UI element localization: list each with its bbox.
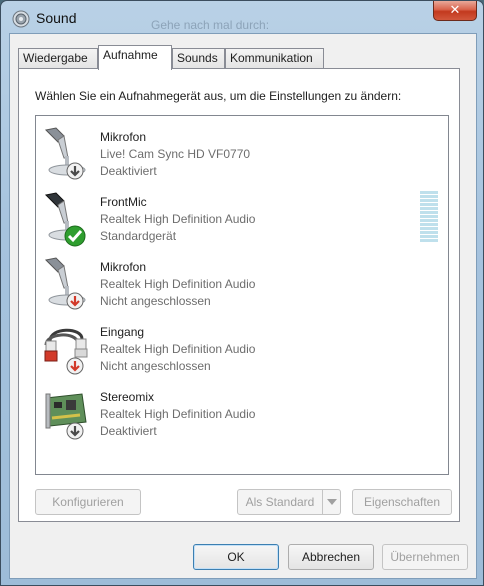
device-item-mikrofon-realtek[interactable]: Mikrofon Realtek High Definition Audio N… (36, 252, 448, 314)
device-name: Eingang (100, 325, 145, 339)
device-status: Nicht angeschlossen (100, 294, 211, 308)
sound-dialog-window: Sound Gehe nach mal durch: ✕ Wiedergabe … (0, 0, 484, 586)
unplugged-badge-icon (66, 292, 84, 310)
recording-tab-panel: Wählen Sie ein Aufnahmegerät aus, um die… (18, 68, 460, 522)
tab-sounds[interactable]: Sounds (172, 48, 225, 69)
default-check-badge-icon (64, 225, 86, 247)
ok-button[interactable]: OK (193, 544, 279, 570)
tab-aufnahme[interactable]: Aufnahme (98, 45, 172, 70)
close-button[interactable]: ✕ (433, 1, 477, 21)
close-icon: ✕ (449, 2, 461, 17)
device-name: FrontMic (100, 195, 147, 209)
set-default-split-button[interactable]: Als Standard (237, 489, 341, 515)
title-bar[interactable]: Sound Gehe nach mal durch: ✕ (1, 1, 483, 35)
tab-kommunikation[interactable]: Kommunikation (225, 48, 324, 69)
window-title: Sound (36, 10, 77, 26)
cancel-button[interactable]: Abbrechen (288, 544, 374, 570)
dropdown-arrow-icon[interactable] (322, 490, 340, 514)
tab-wiedergabe[interactable]: Wiedergabe (18, 48, 98, 69)
speaker-icon (12, 10, 30, 28)
unplugged-badge-icon (66, 357, 84, 375)
dialog-client-area: Wiedergabe Aufnahme Sounds Kommunikation… (9, 33, 477, 579)
device-description: Live! Cam Sync HD VF0770 (100, 147, 251, 161)
device-name: Mikrofon (100, 260, 147, 274)
device-description: Realtek High Definition Audio (100, 277, 256, 291)
device-item-eingang[interactable]: Eingang Realtek High Definition Audio Ni… (36, 317, 448, 379)
set-default-label: Als Standard (245, 495, 315, 509)
disabled-badge-icon (66, 422, 84, 440)
background-window-text: Gehe nach mal durch: (151, 18, 270, 32)
apply-button[interactable]: Übernehmen (382, 544, 468, 570)
device-name: Stereomix (100, 390, 155, 404)
disabled-badge-icon (66, 162, 84, 180)
device-status: Standardgerät (100, 229, 177, 243)
device-description: Realtek High Definition Audio (100, 212, 256, 226)
properties-button[interactable]: Eigenschaften (352, 489, 452, 515)
device-item-mikrofon-webcam[interactable]: Mikrofon Live! Cam Sync HD VF0770 Deakti… (36, 122, 448, 184)
device-description: Realtek High Definition Audio (100, 407, 256, 421)
device-status: Deaktiviert (100, 164, 157, 178)
instruction-text: Wählen Sie ein Aufnahmegerät aus, um die… (35, 89, 402, 103)
device-description: Realtek High Definition Audio (100, 342, 256, 356)
device-item-frontmic[interactable]: FrontMic Realtek High Definition Audio S… (36, 187, 448, 249)
device-name: Mikrofon (100, 130, 147, 144)
recording-device-list[interactable]: Mikrofon Live! Cam Sync HD VF0770 Deakti… (35, 115, 449, 475)
device-status: Deaktiviert (100, 424, 157, 438)
device-item-stereomix[interactable]: Stereomix Realtek High Definition Audio … (36, 382, 448, 444)
device-status: Nicht angeschlossen (100, 359, 211, 373)
input-level-meter (420, 191, 438, 243)
configure-button[interactable]: Konfigurieren (35, 489, 141, 515)
